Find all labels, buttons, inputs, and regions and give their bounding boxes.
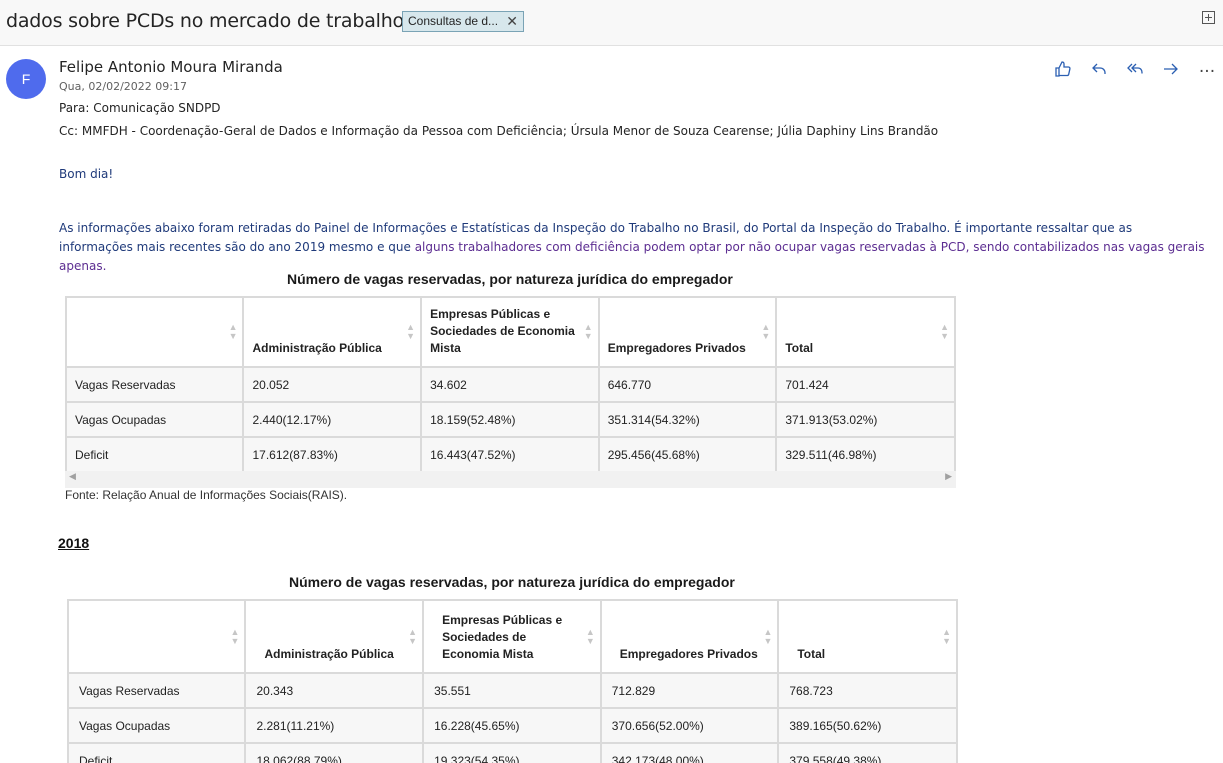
row-label: Vagas Reservadas <box>66 672 247 709</box>
table-cell: 351.314(54.32%) <box>597 401 778 438</box>
table-row: Vagas Reservadas 20.052 34.602 646.770 7… <box>64 366 956 403</box>
sort-icon[interactable]: ▲ ▼ <box>231 627 240 646</box>
sort-icon[interactable]: ▲ ▼ <box>408 627 417 646</box>
sender-name[interactable]: Felipe Antonio Moura Miranda <box>59 58 283 76</box>
table-cell: 16.228(45.65%) <box>422 707 602 744</box>
row-label: Vagas Ocupadas <box>66 707 247 744</box>
column-header[interactable]: Administração Pública ▲ ▼ <box>244 599 425 674</box>
category-tag-label: Consultas de d... <box>408 14 499 28</box>
table2-title: Número de vagas reservadas, por natureza… <box>289 574 735 590</box>
reply-all-icon[interactable] <box>1123 60 1147 84</box>
table-cell: 389.165(50.62%) <box>777 707 958 744</box>
table-cell: 17.612(87.83%) <box>242 436 423 473</box>
cc-label: Cc: <box>59 124 79 138</box>
sort-icon[interactable]: ▲ ▼ <box>586 627 595 646</box>
sort-icon[interactable]: ▲ ▼ <box>761 323 770 341</box>
table-row: Vagas Ocupadas 2.440(12.17%) 18.159(52.4… <box>64 401 956 438</box>
scroll-right-icon[interactable]: ▶ <box>945 472 952 482</box>
cc-line: Cc: MMFDH - Coordenação-Geral de Dados e… <box>59 124 938 138</box>
table-cell: 16.443(47.52%) <box>420 436 600 473</box>
sort-icon[interactable]: ▲ ▼ <box>584 323 593 341</box>
to-label: Para: <box>59 101 90 115</box>
sort-icon[interactable]: ▲ ▼ <box>940 323 949 341</box>
table-cell: 2.440(12.17%) <box>242 401 423 438</box>
table-cell: 20.343 <box>244 672 425 709</box>
table-cell: 379.558(49.38%) <box>777 742 958 763</box>
table-cell: 701.424 <box>775 366 956 403</box>
cc-recipients[interactable]: MMFDH - Coordenação-Geral de Dados e Inf… <box>82 124 938 138</box>
table-cell: 646.770 <box>597 366 778 403</box>
table-cell: 2.281(11.21%) <box>244 707 425 744</box>
reply-icon[interactable] <box>1087 60 1111 84</box>
subject-bar: dados sobre PCDs no mercado de trabalho … <box>0 0 1223 46</box>
column-header[interactable]: Administração Pública ▲ ▼ <box>242 296 423 368</box>
table1-title: Número de vagas reservadas, por natureza… <box>287 271 733 287</box>
category-tag[interactable]: Consultas de d... ✕ <box>402 11 524 32</box>
to-line: Para: Comunicação SNDPD <box>59 101 221 115</box>
column-header[interactable]: ▲ ▼ <box>66 599 247 674</box>
horizontal-scrollbar[interactable]: ◀ ▶ <box>65 471 956 488</box>
table-cell: 329.511(46.98%) <box>775 436 956 473</box>
table-cell: 768.723 <box>777 672 958 709</box>
like-icon[interactable] <box>1051 60 1075 84</box>
greeting: Bom dia! <box>59 167 114 181</box>
column-header[interactable]: Empresas Públicas e Sociedades de Econom… <box>420 296 600 368</box>
sort-icon[interactable]: ▲ ▼ <box>406 323 415 341</box>
row-label: Deficit <box>64 436 245 473</box>
data-table-2019: ▲ ▼ Administração Pública ▲ ▼ Empresas Públ… <box>64 296 956 473</box>
sort-icon[interactable]: ▲ ▼ <box>942 627 951 646</box>
close-icon[interactable]: ✕ <box>506 13 518 30</box>
avatar[interactable]: F <box>6 59 46 99</box>
column-header[interactable]: Empregadores Privados ▲ ▼ <box>597 296 778 368</box>
table-cell: 34.602 <box>420 366 600 403</box>
column-header[interactable]: ▲ ▼ <box>64 296 245 368</box>
more-icon[interactable]: ··· <box>1195 60 1219 84</box>
table-cell: 371.913(53.02%) <box>775 401 956 438</box>
sent-date: Qua, 02/02/2022 09:17 <box>59 80 187 93</box>
table-row: Deficit 17.612(87.83%) 16.443(47.52%) 29… <box>64 436 956 473</box>
to-recipient[interactable]: Comunicação SNDPD <box>93 101 220 115</box>
table-row: Vagas Reservadas 20.343 35.551 712.829 7… <box>66 672 958 709</box>
table-cell: 18.159(52.48%) <box>420 401 600 438</box>
expand-icon[interactable] <box>1202 11 1215 24</box>
column-header[interactable]: Total ▲ ▼ <box>777 599 958 674</box>
table-row: Vagas Ocupadas 2.281(11.21%) 16.228(45.6… <box>66 707 958 744</box>
column-header[interactable]: Empregadores Privados ▲ ▼ <box>599 599 780 674</box>
forward-icon[interactable] <box>1159 60 1183 84</box>
column-header[interactable]: Empresas Públicas e Sociedades de Econom… <box>422 599 602 674</box>
row-label: Vagas Ocupadas <box>64 401 245 438</box>
data-table-2018: ▲ ▼ Administração Pública ▲ ▼ Empresas Públ… <box>66 599 958 763</box>
table-cell: 342.173(48.00%) <box>599 742 780 763</box>
table-source: Fonte: Relação Anual de Informações Soci… <box>65 488 348 502</box>
year-heading: 2018 <box>58 535 90 551</box>
email-subject: dados sobre PCDs no mercado de trabalho <box>6 10 404 32</box>
table-cell: 20.052 <box>242 366 423 403</box>
table-row: Deficit 18.062(88.79%) 19.323(54.35%) 34… <box>66 742 958 763</box>
sort-icon[interactable]: ▲ ▼ <box>229 323 238 341</box>
table-cell: 295.456(45.68%) <box>597 436 778 473</box>
table-cell: 18.062(88.79%) <box>244 742 425 763</box>
table-cell: 19.323(54.35%) <box>422 742 602 763</box>
column-header[interactable]: Total ▲ ▼ <box>775 296 956 368</box>
scroll-left-icon[interactable]: ◀ <box>69 472 76 482</box>
row-label: Deficit <box>66 742 247 763</box>
row-label: Vagas Reservadas <box>64 366 245 403</box>
table-cell: 370.656(52.00%) <box>599 707 780 744</box>
table-cell: 712.829 <box>599 672 780 709</box>
sort-icon[interactable]: ▲ ▼ <box>763 627 772 646</box>
table-cell: 35.551 <box>422 672 602 709</box>
intro-paragraph: As informações abaixo foram retiradas do… <box>59 219 1209 276</box>
